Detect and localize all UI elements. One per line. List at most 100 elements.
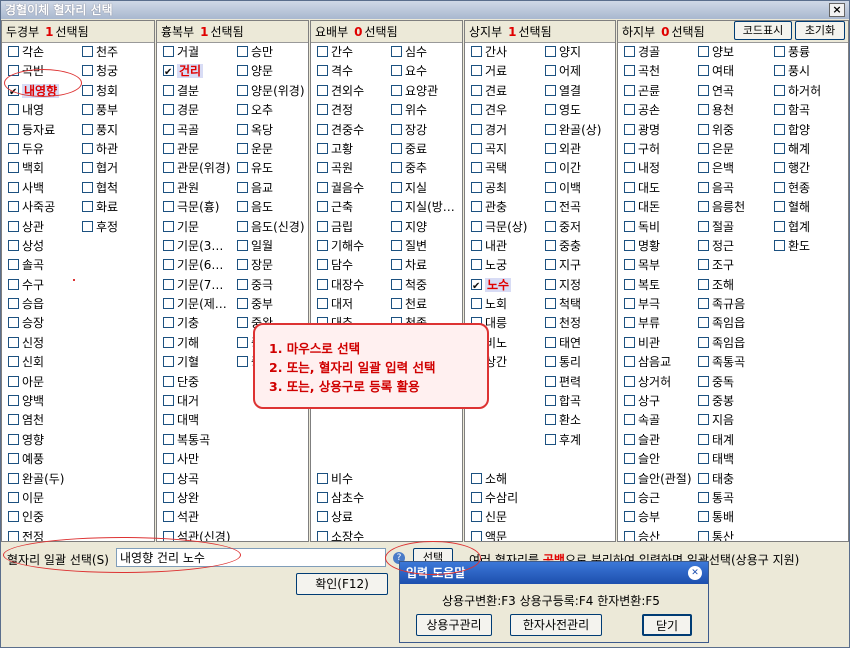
acupoint-item[interactable]: 담수	[315, 256, 391, 275]
acupoint-item[interactable]: 심수	[389, 43, 462, 62]
checkbox[interactable]	[774, 142, 785, 154]
acupoint-item[interactable]: 합곡	[543, 392, 615, 411]
checkbox[interactable]	[8, 162, 19, 174]
checkbox[interactable]	[8, 530, 19, 541]
acupoint-item[interactable]: 곡빈	[6, 62, 82, 81]
acupoint-item[interactable]: 합양	[772, 121, 848, 140]
checkbox[interactable]	[624, 375, 635, 387]
acupoint-item[interactable]: 족통곡	[696, 353, 772, 372]
acupoint-item[interactable]: 양백	[6, 392, 82, 411]
checkbox[interactable]	[471, 472, 482, 484]
checkbox[interactable]	[237, 123, 248, 135]
acupoint-item[interactable]: 기충	[161, 314, 237, 333]
acupoint-item[interactable]: 간수	[315, 43, 391, 62]
checkbox[interactable]	[698, 123, 709, 135]
checkbox[interactable]	[624, 104, 635, 116]
acupoint-item[interactable]: 유도	[235, 159, 308, 178]
acupoint-item[interactable]: 이간	[543, 159, 615, 178]
acupoint-item[interactable]: 요수	[389, 62, 462, 81]
checkbox[interactable]	[391, 162, 402, 174]
acupoint-item[interactable]: 수구	[6, 276, 82, 295]
acupoint-item[interactable]: 천주	[80, 43, 154, 62]
checkbox[interactable]	[471, 511, 482, 523]
checkbox[interactable]	[163, 317, 174, 329]
checkbox[interactable]	[237, 84, 248, 96]
acupoint-item[interactable]: 금립	[315, 218, 391, 237]
acupoint-item[interactable]: 은문	[696, 140, 772, 159]
acupoint-item[interactable]: 상곡	[161, 470, 237, 489]
acupoint-item[interactable]: 일월	[235, 237, 308, 256]
acupoint-item[interactable]: 중추	[389, 159, 462, 178]
acupoint-item[interactable]: 대맥	[161, 411, 237, 430]
checkbox[interactable]	[545, 239, 556, 251]
checkbox[interactable]	[545, 414, 556, 426]
acupoint-item[interactable]: 중독	[696, 373, 772, 392]
acupoint-item[interactable]: 예풍	[6, 450, 82, 469]
checkbox[interactable]	[698, 356, 709, 368]
acupoint-item[interactable]: 수삼리	[469, 489, 545, 508]
checkbox[interactable]	[624, 472, 635, 484]
checkbox[interactable]	[698, 298, 709, 310]
checkbox[interactable]	[163, 278, 174, 290]
acupoint-item[interactable]: 태계	[696, 431, 772, 450]
acupoint-item[interactable]: 영향	[6, 431, 82, 450]
checkbox[interactable]	[163, 511, 174, 523]
acupoint-item[interactable]: 협거	[80, 159, 154, 178]
acupoint-item[interactable]: 양문(위경)	[235, 82, 308, 101]
checkbox[interactable]	[624, 433, 635, 445]
acupoint-item[interactable]: 풍시	[772, 62, 848, 81]
checkbox[interactable]	[8, 472, 19, 484]
acupoint-item[interactable]: 솔곡	[6, 256, 82, 275]
acupoint-item[interactable]: 하거허	[772, 82, 848, 101]
checkbox[interactable]	[624, 530, 635, 541]
checkbox[interactable]	[624, 453, 635, 465]
checkbox[interactable]	[163, 162, 174, 174]
checkbox[interactable]	[317, 181, 328, 193]
checkbox[interactable]	[698, 46, 709, 57]
checkbox[interactable]	[317, 162, 328, 174]
checkbox[interactable]	[8, 491, 19, 503]
acupoint-item[interactable]: 액문	[469, 528, 545, 541]
acupoint-item[interactable]: 승부	[622, 508, 698, 527]
checkbox[interactable]	[8, 259, 19, 271]
checkbox[interactable]	[8, 395, 19, 407]
acupoint-item[interactable]: 혈해	[772, 198, 848, 217]
acupoint-item[interactable]: 태백	[696, 450, 772, 469]
checkbox[interactable]	[8, 298, 19, 310]
checkbox[interactable]	[545, 181, 556, 193]
acupoint-item[interactable]: 음도	[235, 198, 308, 217]
acupoint-item[interactable]: 독비	[622, 218, 698, 237]
checkbox[interactable]	[471, 491, 482, 503]
acupoint-item[interactable]: 중료	[389, 140, 462, 159]
acupoint-item[interactable]: 지양	[389, 218, 462, 237]
checkbox[interactable]	[471, 298, 482, 310]
checkbox[interactable]	[82, 123, 93, 135]
acupoint-item[interactable]: 기해수	[315, 237, 391, 256]
acupoint-item[interactable]: 대거	[161, 392, 237, 411]
acupoint-item[interactable]: 근축	[315, 198, 391, 217]
acupoint-item[interactable]: 환소	[543, 411, 615, 430]
checkbox[interactable]	[82, 84, 93, 96]
checkbox[interactable]	[237, 356, 248, 368]
checkbox[interactable]	[471, 239, 482, 251]
checkbox[interactable]	[774, 65, 785, 77]
acupoint-item[interactable]: 사죽공	[6, 198, 82, 217]
checkbox[interactable]	[163, 336, 174, 348]
acupoint-item[interactable]: 신문	[469, 508, 545, 527]
checkbox[interactable]	[391, 46, 402, 57]
acupoint-item[interactable]: 족임읍	[696, 334, 772, 353]
checkbox[interactable]	[471, 142, 482, 154]
acupoint-item[interactable]: 옥당	[235, 121, 308, 140]
acupoint-item[interactable]: 풍부	[80, 101, 154, 120]
checkbox[interactable]	[237, 298, 248, 310]
acupoint-item[interactable]: 단중	[161, 373, 237, 392]
acupoint-item[interactable]: 간사	[469, 43, 545, 62]
acupoint-item[interactable]: 승만	[235, 43, 308, 62]
checkbox[interactable]	[698, 530, 709, 541]
checkbox[interactable]	[774, 46, 785, 57]
checkbox[interactable]	[698, 336, 709, 348]
acupoint-item[interactable]: 족규음	[696, 295, 772, 314]
acupoint-item[interactable]: 전곡	[543, 198, 615, 217]
acupoint-item[interactable]: 중저	[543, 218, 615, 237]
acupoint-item[interactable]: 통리	[543, 353, 615, 372]
